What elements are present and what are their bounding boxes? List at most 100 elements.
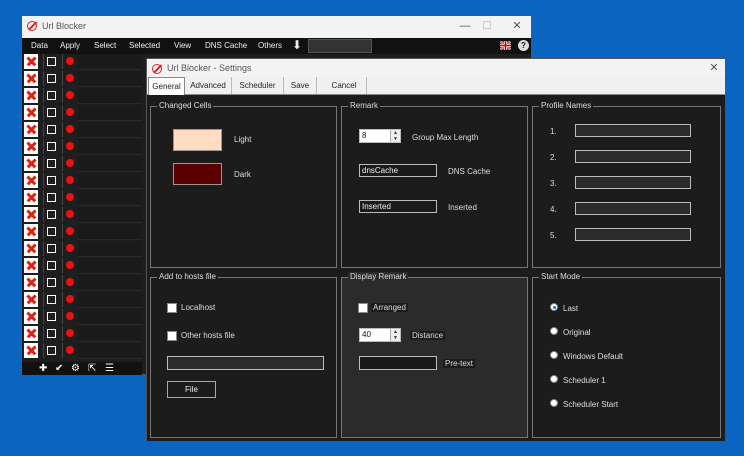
row-checkbox[interactable] — [43, 105, 58, 120]
uk-flag-icon[interactable] — [499, 40, 512, 51]
delete-icon[interactable] — [24, 173, 38, 188]
delete-icon[interactable] — [24, 207, 38, 222]
menu-view[interactable]: View — [174, 41, 191, 50]
light-color-swatch[interactable] — [173, 129, 222, 151]
tab-cancel[interactable]: Cancel — [322, 77, 367, 94]
url-cell[interactable] — [78, 122, 142, 138]
stepper-arrows-icon[interactable]: ▲ ▼ — [390, 130, 400, 142]
url-cell[interactable] — [78, 292, 142, 308]
delete-icon[interactable] — [24, 326, 38, 341]
url-cell[interactable] — [78, 156, 142, 172]
delete-icon[interactable] — [24, 71, 38, 86]
table-row[interactable] — [22, 241, 142, 257]
delete-icon[interactable] — [24, 292, 38, 307]
delete-icon[interactable] — [24, 88, 38, 103]
menu-data[interactable]: Data — [31, 41, 48, 50]
delete-icon[interactable] — [24, 224, 38, 239]
delete-icon[interactable] — [24, 122, 38, 137]
profile-name-input[interactable] — [575, 124, 691, 137]
menu-selected[interactable]: Selected — [129, 41, 160, 50]
start-mode-scheduler-start-radio[interactable] — [550, 399, 558, 407]
row-checkbox[interactable] — [43, 190, 58, 205]
download-icon[interactable]: ⬇ — [292, 38, 302, 52]
table-row[interactable] — [22, 156, 142, 172]
other-hosts-checkbox[interactable] — [167, 331, 177, 341]
url-cell[interactable] — [78, 173, 142, 189]
url-cell[interactable] — [78, 343, 142, 359]
delete-icon[interactable] — [24, 156, 38, 171]
row-checkbox[interactable] — [43, 241, 58, 256]
close-icon[interactable]: ✕ — [510, 19, 524, 33]
start-mode-last-radio[interactable] — [550, 303, 558, 311]
delete-icon[interactable] — [24, 241, 38, 256]
row-checkbox[interactable] — [43, 326, 58, 341]
table-row[interactable] — [22, 71, 142, 87]
row-checkbox[interactable] — [43, 207, 58, 222]
tab-general[interactable]: General — [148, 77, 185, 95]
check-icon[interactable]: ✔ — [55, 363, 63, 374]
row-checkbox[interactable] — [43, 309, 58, 324]
row-checkbox[interactable] — [43, 122, 58, 137]
url-cell[interactable] — [78, 105, 142, 121]
row-checkbox[interactable] — [43, 292, 58, 307]
menu-others[interactable]: Others — [258, 41, 282, 50]
table-row[interactable] — [22, 190, 142, 206]
list-icon[interactable]: ☰ — [105, 363, 114, 374]
stepper-arrows-icon[interactable]: ▲ ▼ — [390, 329, 400, 341]
delete-icon[interactable] — [24, 54, 38, 69]
row-checkbox[interactable] — [43, 139, 58, 154]
delete-icon[interactable] — [24, 105, 38, 120]
minimize-icon[interactable]: — — [458, 19, 472, 33]
url-cell[interactable] — [78, 54, 142, 70]
profile-name-input[interactable] — [575, 150, 691, 163]
table-row[interactable] — [22, 309, 142, 325]
url-cell[interactable] — [78, 139, 142, 155]
menu-apply[interactable]: Apply — [60, 41, 80, 50]
row-checkbox[interactable] — [43, 71, 58, 86]
delete-icon[interactable] — [24, 343, 38, 358]
tab-save[interactable]: Save — [284, 77, 317, 94]
table-row[interactable] — [22, 88, 142, 104]
row-checkbox[interactable] — [43, 88, 58, 103]
url-cell[interactable] — [78, 207, 142, 223]
start-mode-original-radio[interactable] — [550, 327, 558, 335]
table-row[interactable] — [22, 326, 142, 342]
group-max-length-stepper[interactable]: 8 ▲ ▼ — [359, 129, 401, 143]
url-cell[interactable] — [78, 241, 142, 257]
table-row[interactable] — [22, 105, 142, 121]
row-checkbox[interactable] — [43, 258, 58, 273]
url-cell[interactable] — [78, 326, 142, 342]
url-cell[interactable] — [78, 71, 142, 87]
table-row[interactable] — [22, 207, 142, 223]
table-row[interactable] — [22, 122, 142, 138]
row-checkbox[interactable] — [43, 343, 58, 358]
delete-icon[interactable] — [24, 309, 38, 324]
start-mode-windows-default-radio[interactable] — [550, 351, 558, 359]
table-row[interactable] — [22, 173, 142, 189]
dns-cache-input[interactable]: dnsCache — [359, 164, 437, 177]
url-cell[interactable] — [78, 309, 142, 325]
arranged-checkbox[interactable] — [358, 303, 368, 313]
file-button[interactable]: File — [167, 381, 216, 398]
tab-scheduler[interactable]: Scheduler — [232, 77, 284, 94]
table-row[interactable] — [22, 343, 142, 359]
url-cell[interactable] — [78, 258, 142, 274]
dark-color-swatch[interactable] — [173, 163, 222, 185]
localhost-checkbox[interactable] — [167, 303, 177, 313]
url-cell[interactable] — [78, 190, 142, 206]
start-mode-scheduler-1-radio[interactable] — [550, 375, 558, 383]
maximize-icon[interactable]: ☐ — [480, 19, 494, 33]
close-icon[interactable]: ✕ — [707, 61, 721, 75]
tab-advanced[interactable]: Advanced — [185, 77, 232, 94]
table-row[interactable] — [22, 54, 142, 70]
table-row[interactable] — [22, 224, 142, 240]
delete-icon[interactable] — [24, 139, 38, 154]
menu-select[interactable]: Select — [94, 41, 116, 50]
gear-icon[interactable]: ⚙ — [71, 363, 80, 374]
delete-icon[interactable] — [24, 258, 38, 273]
profile-name-input[interactable] — [575, 228, 691, 241]
hosts-file-path-input[interactable] — [167, 356, 324, 370]
distance-stepper[interactable]: 40 ▲ ▼ — [359, 328, 401, 342]
profile-name-input[interactable] — [575, 176, 691, 189]
profile-name-input[interactable] — [575, 202, 691, 215]
